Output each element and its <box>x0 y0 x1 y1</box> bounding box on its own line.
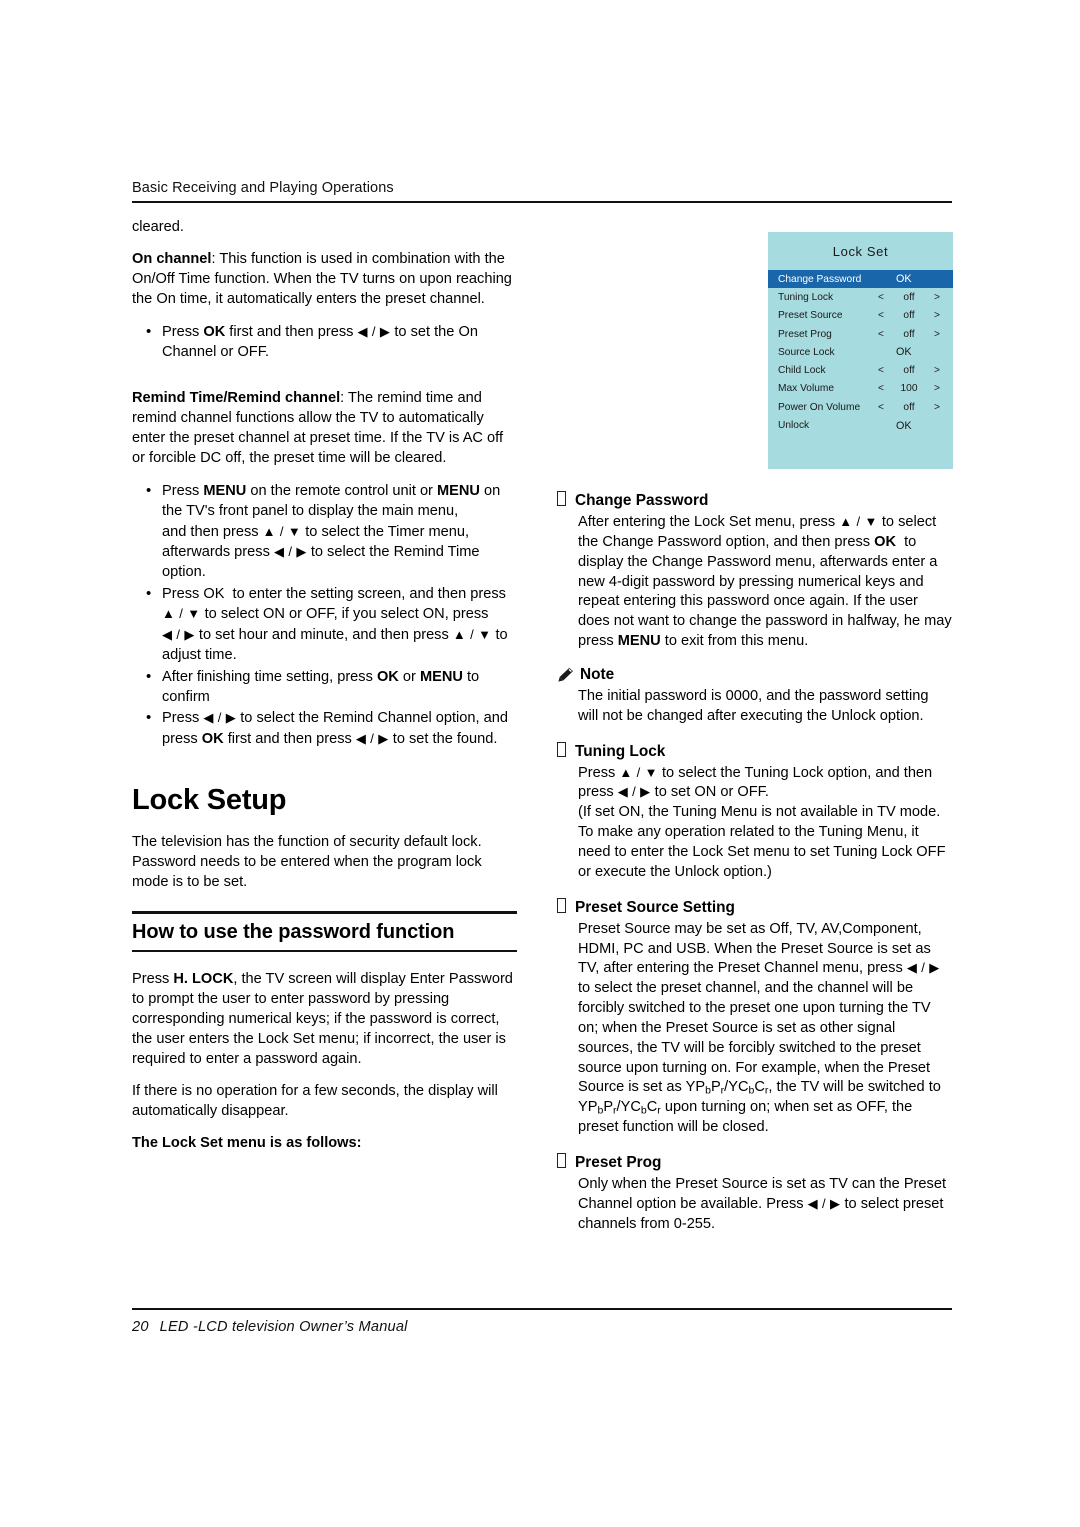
osd-row-value: off <box>903 328 915 340</box>
osd-row-label: Unlock <box>778 420 810 432</box>
on-channel-bullets: Press OK first and then press ◀ / ▶ to s… <box>132 321 517 363</box>
osd-increase-arrow-icon[interactable]: > <box>926 402 948 413</box>
osd-row-label: Change Password <box>778 273 862 285</box>
preset-source-part4: upon turning on; when set as OFF, the pr… <box>578 1099 913 1136</box>
note-heading: Note <box>557 666 952 684</box>
osd-row-unlock[interactable]: Unlock OK <box>768 416 953 434</box>
note-heading-text: Note <box>580 665 615 683</box>
running-header-title: Basic Receiving and Playing Operations <box>132 180 394 196</box>
remind-label: Remind Time/Remind channel <box>132 389 341 406</box>
osd-row-tuning-lock[interactable]: Tuning Lock < off > <box>768 288 953 306</box>
osd-row-change-password[interactable]: Change Password OK <box>768 270 953 289</box>
osd-row-preset-source[interactable]: Preset Source < off > <box>768 307 953 325</box>
chapter-intro: The television has the function of secur… <box>132 834 482 891</box>
cleared-paragraph: cleared. <box>132 219 184 235</box>
osd-increase-arrow-icon[interactable]: > <box>926 292 948 303</box>
header-rule <box>132 201 952 204</box>
preset-source-body: Preset Source may be set as Off, TV, AV,… <box>578 920 941 1136</box>
page: Basic Receiving and Playing Operations c… <box>132 0 953 1527</box>
tuning-lock-body: Press ▲ / ▼ to select the Tuning Lock op… <box>578 764 946 880</box>
osd-increase-arrow-icon[interactable]: > <box>926 310 948 321</box>
section-subheading: How to use the password function <box>132 921 455 944</box>
list-item: Press MENU on the remote control unit or… <box>146 480 517 583</box>
osd-row-value[interactable]: OK <box>870 273 945 285</box>
osd-row-label: Preset Prog <box>778 328 832 340</box>
list-item: Press ◀ / ▶ to select the Remind Channel… <box>146 707 517 749</box>
preset-source-part1: Preset Source may be set as Off, TV, AV,… <box>578 920 931 977</box>
list-item: Press OK to enter the setting screen, an… <box>146 583 517 666</box>
osd-decrease-arrow-icon[interactable]: < <box>870 292 892 303</box>
preset-source-heading: Preset Source Setting <box>557 897 952 917</box>
remind-bullets: Press MENU on the remote control unit or… <box>132 480 517 749</box>
remind-paragraph: Remind Time/Remind channel: The remind t… <box>132 389 517 469</box>
note-body: The initial password is 0000, and the pa… <box>578 687 929 724</box>
osd-increase-arrow-icon[interactable]: > <box>926 383 948 394</box>
osd-row-value[interactable]: OK <box>870 346 945 358</box>
osd-row-label: Max Volume <box>778 383 835 395</box>
osd-row-label: Tuning Lock <box>778 291 834 303</box>
bullet-box-icon <box>557 491 566 506</box>
preset-prog-heading: Preset Prog <box>557 1152 952 1172</box>
change-password-heading: Change Password <box>557 490 952 510</box>
preset-prog-heading-text: Preset Prog <box>575 1153 662 1171</box>
preset-source-part3: , the TV will be switched to <box>768 1079 941 1096</box>
osd-row-power-on-volume[interactable]: Power On Volume < off > <box>768 398 953 416</box>
osd-row-label: Source Lock <box>778 346 835 358</box>
osd-title: Lock Set <box>832 244 889 259</box>
on-channel-label: On channel <box>132 250 212 267</box>
on-channel-paragraph: On channel: This function is used in com… <box>132 250 517 310</box>
preset-prog-body: Only when the Preset Source is set as TV… <box>578 1175 947 1232</box>
subhead-rule-bottom <box>132 950 517 953</box>
osd-row-list: Change Password OK Tuning Lock < off > Preset … <box>768 270 953 435</box>
page-number: 20 <box>132 1319 149 1335</box>
bullet-box-icon <box>557 741 566 757</box>
password-paragraph-2: If there is no operation for a few secon… <box>132 1082 498 1119</box>
list-item: After finishing time setting, press OK o… <box>146 666 517 708</box>
footer-manual-title: LED -LCD television Owner’s Manual <box>159 1319 408 1335</box>
page-footer: 20 LED -LCD television Owner’s Manual <box>132 1308 952 1335</box>
osd-decrease-arrow-icon[interactable]: < <box>870 329 892 340</box>
list-item: Press OK first and then press ◀ / ▶ to s… <box>146 321 517 363</box>
lock-set-osd-panel: Lock Set Change Password OK Tuning Lock < of… <box>768 232 953 469</box>
bullet-box-icon <box>557 1152 566 1168</box>
tuning-lock-heading-text: Tuning Lock <box>575 742 666 760</box>
menu-lead-in-text: The Lock Set menu is as follows: <box>132 1134 362 1151</box>
bullet-box-icon <box>557 897 566 913</box>
tuning-lock-heading: Tuning Lock <box>557 741 952 761</box>
osd-increase-arrow-icon[interactable]: > <box>926 365 948 376</box>
footer-text-line: 20 LED -LCD television Owner’s Manual <box>132 1319 952 1335</box>
osd-decrease-arrow-icon[interactable]: < <box>870 365 892 376</box>
osd-row-value: 100 <box>900 383 918 395</box>
osd-row-child-lock[interactable]: Child Lock < off > <box>768 361 953 379</box>
osd-row-value: off <box>903 401 915 413</box>
change-password-body: After entering the Lock Set menu, press … <box>578 514 952 650</box>
osd-decrease-arrow-icon[interactable]: < <box>870 402 892 413</box>
footer-rule <box>132 1308 952 1310</box>
menu-lead-in: The Lock Set menu is as follows: <box>132 1134 517 1154</box>
osd-row-value: off <box>903 365 915 377</box>
osd-row-source-lock[interactable]: Source Lock OK <box>768 343 953 361</box>
password-paragraph-1: Press H. LOCK, the TV screen will displa… <box>132 971 513 1067</box>
osd-increase-arrow-icon[interactable]: > <box>926 329 948 340</box>
running-header: Basic Receiving and Playing Operations <box>132 180 952 204</box>
page-title: Lock Setup <box>132 784 287 817</box>
osd-row-label: Child Lock <box>778 365 826 377</box>
osd-row-value: off <box>903 291 915 303</box>
osd-decrease-arrow-icon[interactable]: < <box>870 383 892 394</box>
osd-row-value[interactable]: OK <box>870 420 945 432</box>
change-password-heading-text: Change Password <box>575 492 709 509</box>
pencil-icon <box>558 668 573 682</box>
left-column: cleared. On channel: This function is us… <box>132 218 517 1166</box>
preset-source-heading-text: Preset Source Setting <box>575 898 735 916</box>
osd-row-max-volume[interactable]: Max Volume <100 > <box>768 380 953 398</box>
osd-row-preset-prog[interactable]: Preset Prog < off > <box>768 325 953 343</box>
osd-row-label: Power On Volume <box>778 401 861 413</box>
osd-decrease-arrow-icon[interactable]: < <box>870 310 892 321</box>
osd-row-label: Preset Source <box>778 310 843 322</box>
subhead-rule-top <box>132 911 517 915</box>
osd-row-value: off <box>903 310 915 322</box>
